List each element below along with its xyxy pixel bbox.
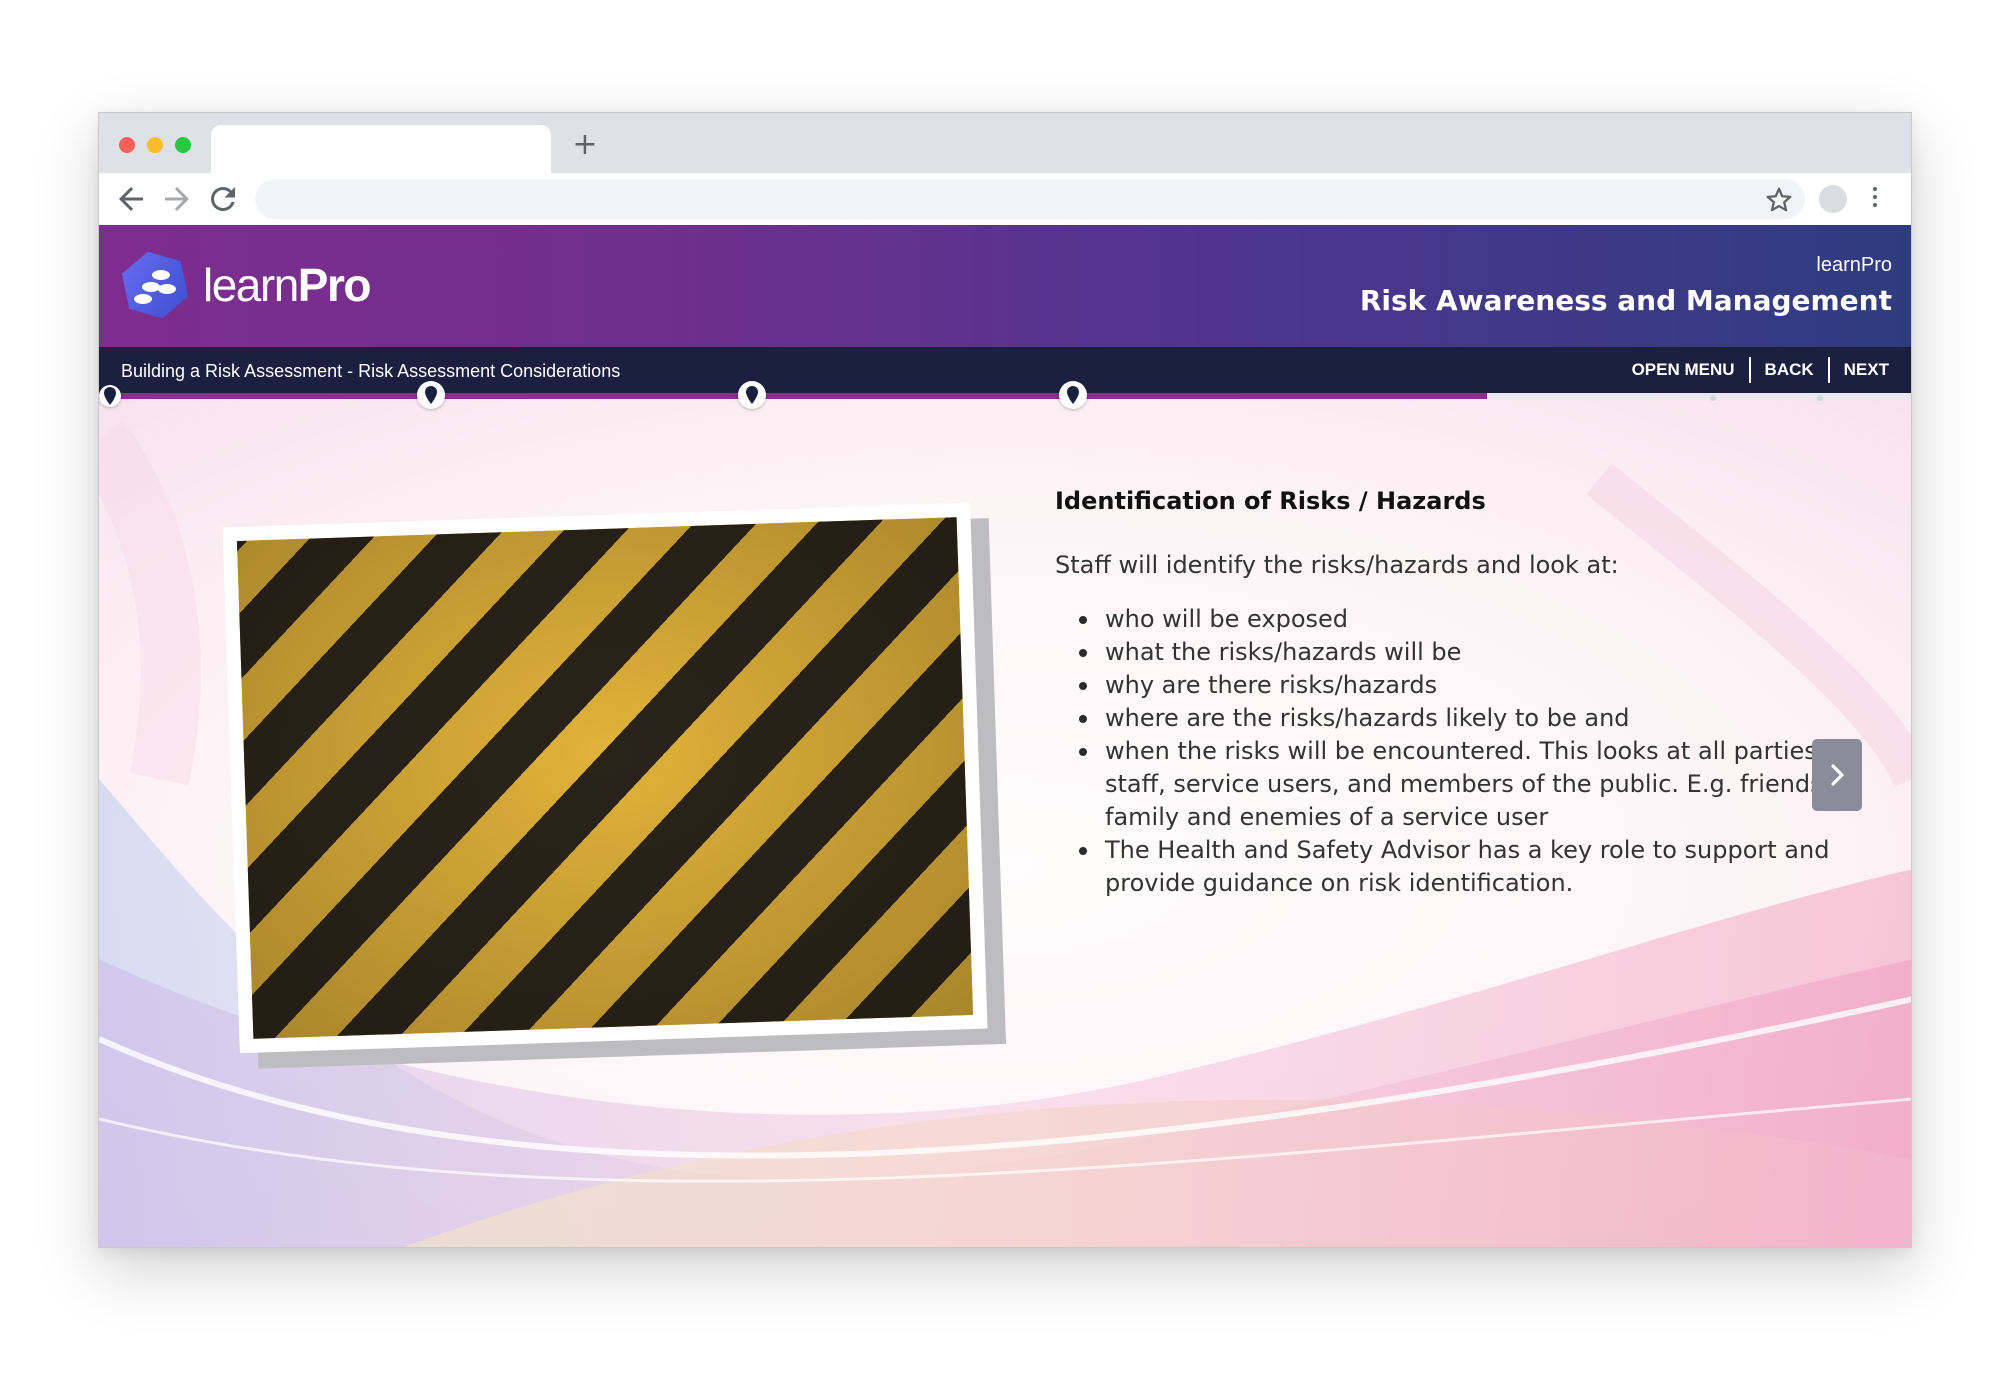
active-tab[interactable] xyxy=(211,125,551,173)
list-item: where are the risks/hazards likely to be… xyxy=(1055,702,1831,735)
browser-toolbar xyxy=(99,173,1911,225)
reload-icon[interactable] xyxy=(205,181,241,217)
list-item: who will be exposed xyxy=(1055,603,1831,636)
module-navbar: Building a Risk Assessment - Risk Assess… xyxy=(99,347,1911,393)
list-item: The Health and Safety Advisor has a key … xyxy=(1055,834,1831,900)
list-item: when the risks will be encountered. This… xyxy=(1055,735,1831,834)
close-window-button[interactable] xyxy=(119,137,135,153)
hazard-stripes-image xyxy=(222,502,1007,1069)
hazard-stripes-icon xyxy=(236,517,974,1039)
profile-avatar[interactable] xyxy=(1819,185,1847,213)
open-menu-button[interactable]: OPEN MENU xyxy=(1618,357,1749,383)
progress-marker-upcoming xyxy=(1710,395,1716,401)
course-header: learnPro learnPro Risk Awareness and Man… xyxy=(99,225,1911,347)
intro-text: Staff will identify the risks/hazards an… xyxy=(1055,551,1619,579)
next-button[interactable]: NEXT xyxy=(1830,357,1889,383)
progress-marker-upcoming xyxy=(1817,395,1823,401)
forward-arrow-icon[interactable] xyxy=(159,181,195,217)
module-actions: OPEN MENU BACK NEXT xyxy=(1618,357,1889,383)
new-tab-button[interactable]: + xyxy=(567,127,603,163)
progress-marker[interactable] xyxy=(417,381,445,409)
course-title: Risk Awareness and Management xyxy=(1359,284,1892,317)
breadcrumb: Building a Risk Assessment - Risk Assess… xyxy=(121,361,621,381)
lesson-text: Identification of Risks / Hazards Staff … xyxy=(1055,485,1831,900)
progress-marker[interactable] xyxy=(1059,381,1087,409)
address-bar[interactable] xyxy=(255,179,1805,219)
progress-marker[interactable] xyxy=(738,381,766,409)
organization-name: learnPro xyxy=(1816,254,1892,276)
tab-strip: + xyxy=(99,113,1911,173)
progress-fill xyxy=(99,393,1487,399)
chevron-right-icon xyxy=(1831,764,1844,786)
brand-light-text: learn xyxy=(203,259,299,311)
section-heading: Identification of Risks / Hazards xyxy=(1055,487,1486,515)
back-button[interactable]: BACK xyxy=(1751,357,1828,383)
progress-track xyxy=(99,393,1911,399)
browser-menu-icon[interactable] xyxy=(1865,183,1885,215)
back-arrow-icon[interactable] xyxy=(113,181,149,217)
learnpro-logo-icon[interactable] xyxy=(121,249,189,321)
progress-marker[interactable] xyxy=(99,385,121,407)
photo-frame xyxy=(222,502,988,1054)
bullet-list: who will be exposed what the risks/hazar… xyxy=(1055,603,1831,900)
brand-wordmark: learnPro xyxy=(203,255,372,315)
course-page: learnPro learnPro Risk Awareness and Man… xyxy=(99,225,1911,1247)
maximize-window-button[interactable] xyxy=(175,137,191,153)
next-slide-button[interactable] xyxy=(1812,739,1862,811)
list-item: why are there risks/hazards xyxy=(1055,669,1831,702)
bookmark-star-icon[interactable] xyxy=(1763,183,1795,215)
brand-bold-text: Pro xyxy=(297,259,372,311)
browser-window: + learnPro learnPro Risk Awareness and M… xyxy=(98,112,1912,1248)
list-item: what the risks/hazards will be xyxy=(1055,636,1831,669)
minimize-window-button[interactable] xyxy=(147,137,163,153)
